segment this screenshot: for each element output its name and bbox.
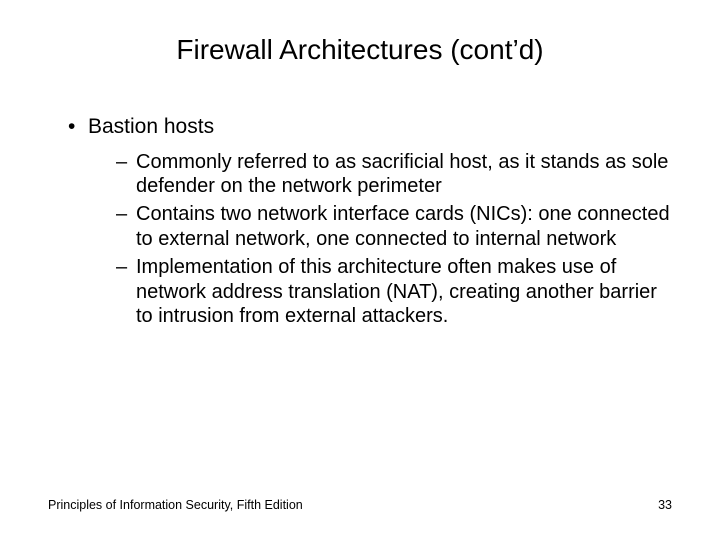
list-item: Implementation of this architecture ofte… bbox=[116, 255, 672, 328]
page-number: 33 bbox=[658, 498, 672, 512]
list-item: Bastion hosts Commonly referred to as sa… bbox=[68, 114, 672, 328]
bullet-list-level2: Commonly referred to as sacrificial host… bbox=[88, 150, 672, 329]
slide: Firewall Architectures (cont’d) Bastion … bbox=[0, 0, 720, 540]
slide-content: Bastion hosts Commonly referred to as sa… bbox=[48, 114, 672, 328]
bullet-text: Commonly referred to as sacrificial host… bbox=[136, 151, 668, 197]
list-item: Contains two network interface cards (NI… bbox=[116, 202, 672, 251]
footer-source: Principles of Information Security, Fift… bbox=[48, 498, 303, 512]
slide-title: Firewall Architectures (cont’d) bbox=[48, 34, 672, 66]
bullet-text: Bastion hosts bbox=[88, 115, 214, 138]
bullet-text: Implementation of this architecture ofte… bbox=[136, 256, 657, 327]
slide-footer: Principles of Information Security, Fift… bbox=[48, 498, 672, 512]
bullet-text: Contains two network interface cards (NI… bbox=[136, 203, 670, 249]
list-item: Commonly referred to as sacrificial host… bbox=[116, 150, 672, 199]
bullet-list-level1: Bastion hosts Commonly referred to as sa… bbox=[48, 114, 672, 328]
